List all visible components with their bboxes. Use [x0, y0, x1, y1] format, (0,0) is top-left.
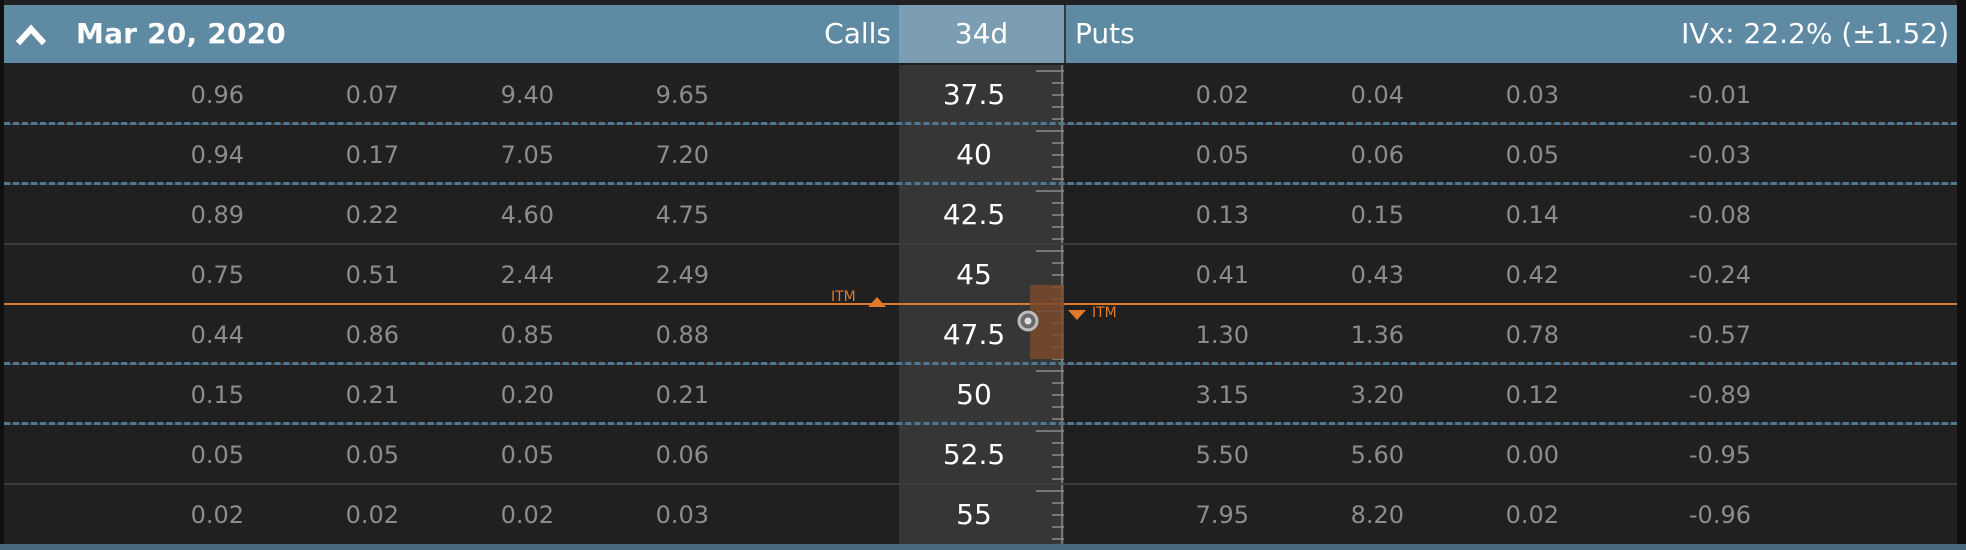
- call-cell[interactable]: 9.65: [589, 65, 709, 125]
- chevron-up-icon[interactable]: [15, 22, 47, 46]
- call-cell[interactable]: 7.20: [589, 125, 709, 185]
- put-cell[interactable]: 0.05: [1129, 125, 1249, 185]
- put-cell[interactable]: 0.14: [1439, 185, 1559, 245]
- call-cell[interactable]: 0.22: [279, 185, 399, 245]
- option-chain: Mar 20, 2020 Calls 34d Puts IVx: 22.2% (…: [0, 0, 1966, 550]
- put-cell[interactable]: 0.12: [1439, 365, 1559, 425]
- call-cell[interactable]: 0.17: [279, 125, 399, 185]
- put-cell[interactable]: -0.89: [1631, 365, 1751, 425]
- put-cell[interactable]: 0.00: [1439, 425, 1559, 485]
- call-cell[interactable]: 0.89: [124, 185, 244, 245]
- call-cell[interactable]: 0.21: [589, 365, 709, 425]
- itm-puts-label: ITM: [1092, 305, 1117, 321]
- calls-header: Calls: [824, 17, 891, 50]
- table-row[interactable]: 0.15 0.21 0.20 0.21 50 3.15 3.20 0.12 -0.89: [4, 365, 1957, 425]
- strike-price: 52.5: [942, 438, 1006, 471]
- call-cell[interactable]: 0.94: [124, 125, 244, 185]
- table-row[interactable]: 0.05 0.05 0.05 0.06 52.5 5.50 5.60 0.00 -0.95: [4, 425, 1957, 485]
- expiration-header[interactable]: Mar 20, 2020 Calls 34d Puts IVx: 22.2% (…: [4, 5, 1957, 63]
- call-cell[interactable]: 0.05: [434, 425, 554, 485]
- call-cell[interactable]: 0.75: [124, 245, 244, 305]
- put-cell[interactable]: -0.57: [1631, 305, 1751, 365]
- call-cell[interactable]: 0.06: [589, 425, 709, 485]
- days-to-expiry: 34d: [954, 17, 1009, 50]
- call-cell[interactable]: 0.21: [279, 365, 399, 425]
- itm-boundary-line: [4, 303, 1957, 305]
- put-cell[interactable]: 0.04: [1284, 65, 1404, 125]
- strike-price: 50: [956, 378, 992, 411]
- call-cell[interactable]: 2.44: [434, 245, 554, 305]
- put-cell[interactable]: -0.03: [1631, 125, 1751, 185]
- call-cell[interactable]: 0.05: [124, 425, 244, 485]
- put-cell[interactable]: -0.96: [1631, 485, 1751, 545]
- std-dev-line: [4, 422, 1957, 425]
- std-dev-line: [4, 122, 1957, 125]
- put-cell[interactable]: -0.08: [1631, 185, 1751, 245]
- put-cell[interactable]: 3.20: [1284, 365, 1404, 425]
- target-circle-icon[interactable]: [1016, 309, 1040, 333]
- put-cell[interactable]: 7.95: [1129, 485, 1249, 545]
- call-cell[interactable]: 0.02: [434, 485, 554, 545]
- call-cell[interactable]: 0.07: [279, 65, 399, 125]
- table-row[interactable]: 0.44 0.86 0.85 0.88 47.5 1.30 1.36 0.78 -0.57: [4, 305, 1957, 365]
- call-cell[interactable]: 0.20: [434, 365, 554, 425]
- put-cell[interactable]: 0.03: [1439, 65, 1559, 125]
- call-cell[interactable]: 0.86: [279, 305, 399, 365]
- table-row[interactable]: 0.89 0.22 4.60 4.75 42.5 0.13 0.15 0.14 -0.08: [4, 185, 1957, 245]
- put-cell[interactable]: 0.13: [1129, 185, 1249, 245]
- strike-table: 0.96 0.07 9.40 9.65 37.5 0.02 0.04 0.03 -0.01 0.9…: [4, 65, 1957, 544]
- put-cell[interactable]: 5.50: [1129, 425, 1249, 485]
- put-cell[interactable]: 0.02: [1439, 485, 1559, 545]
- strike-price: 45: [956, 258, 992, 291]
- expiration-date: Mar 20, 2020: [76, 17, 286, 50]
- put-cell[interactable]: 0.78: [1439, 305, 1559, 365]
- call-cell[interactable]: 0.02: [124, 485, 244, 545]
- call-cell[interactable]: 0.51: [279, 245, 399, 305]
- call-cell[interactable]: 4.75: [589, 185, 709, 245]
- put-cell[interactable]: -0.24: [1631, 245, 1751, 305]
- call-cell[interactable]: 0.05: [279, 425, 399, 485]
- put-cell[interactable]: -0.95: [1631, 425, 1751, 485]
- strike-price: 40: [956, 138, 992, 171]
- put-cell[interactable]: 0.05: [1439, 125, 1559, 185]
- triangle-down-icon: [1068, 305, 1086, 320]
- call-cell[interactable]: 0.02: [279, 485, 399, 545]
- table-row[interactable]: 0.75 0.51 2.44 2.49 45 0.41 0.43 0.42 -0.24: [4, 245, 1957, 305]
- call-cell[interactable]: 2.49: [589, 245, 709, 305]
- table-row[interactable]: 0.02 0.02 0.02 0.03 55 7.95 8.20 0.02 -0.96: [4, 485, 1957, 545]
- strike-price: 42.5: [942, 198, 1006, 231]
- put-cell[interactable]: 0.42: [1439, 245, 1559, 305]
- std-dev-line: [4, 362, 1957, 365]
- table-row[interactable]: 0.94 0.17 7.05 7.20 40 0.05 0.06 0.05 -0.03: [4, 125, 1957, 185]
- put-cell[interactable]: 0.41: [1129, 245, 1249, 305]
- table-row[interactable]: 0.96 0.07 9.40 9.65 37.5 0.02 0.04 0.03 -0.01: [4, 65, 1957, 125]
- put-cell[interactable]: 3.15: [1129, 365, 1249, 425]
- call-cell[interactable]: 0.85: [434, 305, 554, 365]
- call-cell[interactable]: 0.15: [124, 365, 244, 425]
- call-cell[interactable]: 9.40: [434, 65, 554, 125]
- strike-price: 55: [956, 498, 992, 531]
- call-cell[interactable]: 4.60: [434, 185, 554, 245]
- put-cell[interactable]: 0.02: [1129, 65, 1249, 125]
- put-cell[interactable]: 0.15: [1284, 185, 1404, 245]
- put-cell[interactable]: 1.30: [1129, 305, 1249, 365]
- call-cell[interactable]: 0.96: [124, 65, 244, 125]
- strike-price: 37.5: [942, 78, 1006, 111]
- put-cell[interactable]: 0.43: [1284, 245, 1404, 305]
- call-cell[interactable]: 7.05: [434, 125, 554, 185]
- call-cell[interactable]: 0.88: [589, 305, 709, 365]
- triangle-up-icon: [868, 292, 886, 307]
- put-cell[interactable]: 1.36: [1284, 305, 1404, 365]
- puts-header: Puts: [1075, 17, 1135, 50]
- put-cell[interactable]: 5.60: [1284, 425, 1404, 485]
- itm-calls-label: ITM: [831, 289, 856, 305]
- put-cell[interactable]: 0.06: [1284, 125, 1404, 185]
- call-cell[interactable]: 0.03: [589, 485, 709, 545]
- put-cell[interactable]: 8.20: [1284, 485, 1404, 545]
- implied-volatility-index: IVx: 22.2% (±1.52): [1681, 17, 1949, 50]
- call-cell[interactable]: 0.44: [124, 305, 244, 365]
- std-dev-line: [4, 182, 1957, 185]
- put-cell[interactable]: -0.01: [1631, 65, 1751, 125]
